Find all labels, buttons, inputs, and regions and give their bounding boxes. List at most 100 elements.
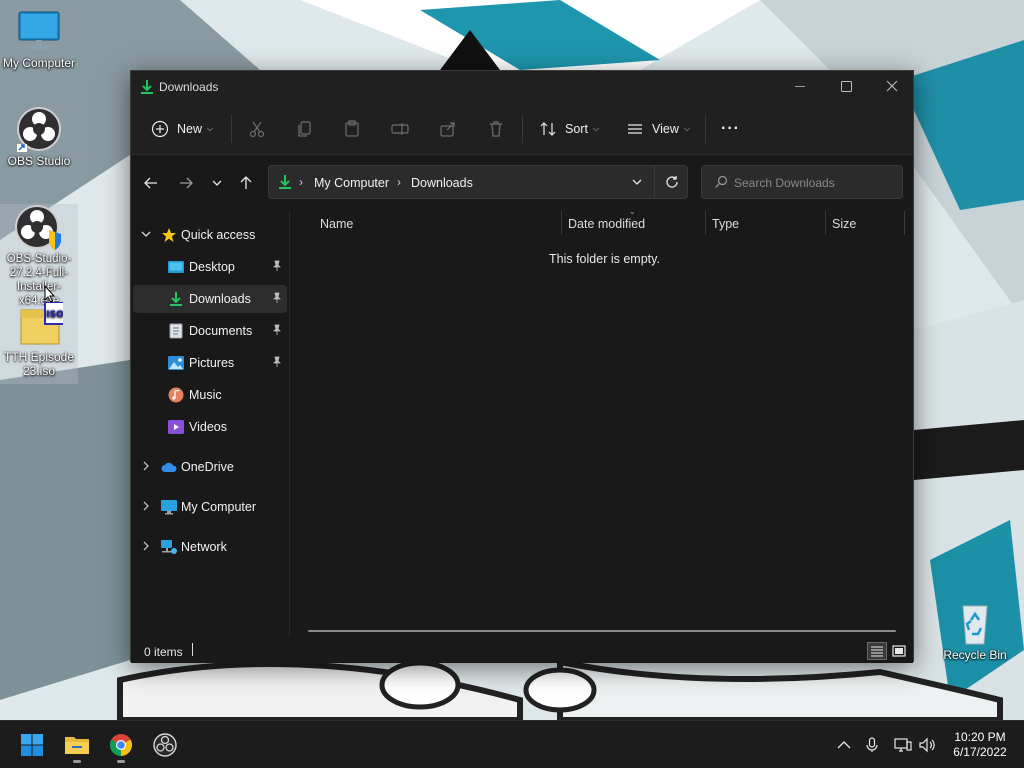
breadcrumb-my-computer[interactable]: My Computer (314, 176, 389, 190)
desktop-icon-obs-installer[interactable]: OBS-Studio-27.2.4-Full-Installer-x64.exe (0, 204, 78, 307)
chevron-right-icon[interactable] (140, 500, 152, 515)
taskbar-obs[interactable] (145, 729, 185, 761)
start-button[interactable] (12, 729, 52, 761)
file-explorer-window[interactable]: Downloads New ⌵ Sort ⌵ View ⌵ ··· › My C… (130, 70, 914, 663)
nav-item-network[interactable]: Network (133, 533, 287, 561)
clock-time: 10:20 PM (954, 730, 1006, 744)
pin-icon[interactable] (271, 324, 283, 339)
nav-item-onedrive[interactable]: OneDrive (133, 453, 287, 481)
column-divider[interactable] (825, 211, 826, 235)
address-history-button[interactable] (631, 176, 643, 191)
back-button[interactable] (140, 172, 162, 194)
taskbar-chrome[interactable] (101, 729, 141, 763)
file-explorer-icon (65, 737, 89, 754)
chevron-right-icon[interactable] (140, 460, 152, 475)
desktop-icon-recycle-bin[interactable]: Recycle Bin (936, 600, 1014, 662)
cloud-icon (161, 459, 177, 475)
address-bar[interactable]: › My Computer › Downloads (268, 165, 688, 199)
chevron-down-icon (212, 180, 222, 186)
search-input[interactable] (734, 175, 894, 191)
column-header-name[interactable]: Name (320, 217, 353, 231)
desktop-icon-label: TTH Episode 23.iso (3, 350, 75, 378)
more-options-button[interactable]: ··· (721, 115, 740, 143)
desktop-icon-my-computer[interactable]: My Computer (0, 8, 78, 70)
details-view-button[interactable] (867, 642, 887, 660)
copy-button[interactable] (296, 115, 314, 143)
nav-item-music[interactable]: Music (133, 381, 287, 409)
breadcrumb-downloads[interactable]: Downloads (411, 176, 473, 190)
desktop-icon-iso-file[interactable]: ISO TTH Episode 23.iso (0, 301, 78, 384)
nav-item-downloads[interactable]: Downloads (133, 285, 287, 313)
chevron-right-icon[interactable] (140, 540, 152, 555)
network-icon (894, 738, 912, 752)
taskbar-file-explorer[interactable] (57, 729, 97, 763)
command-bar: New ⌵ Sort ⌵ View ⌵ ··· (131, 103, 913, 155)
nav-item-my-computer[interactable]: My Computer (133, 493, 287, 521)
pin-icon[interactable] (271, 356, 283, 371)
volume-tray[interactable] (918, 735, 938, 755)
nav-item-pictures[interactable]: Pictures (133, 349, 287, 377)
nav-item-videos[interactable]: Videos (133, 413, 287, 441)
title-bar[interactable]: Downloads (131, 71, 913, 103)
sort-button[interactable]: Sort ⌵ (539, 115, 599, 143)
rename-button[interactable] (391, 115, 409, 143)
sort-indicator-icon: ⌄ (629, 207, 636, 216)
minimize-button[interactable] (777, 71, 823, 101)
show-hidden-icons-button[interactable] (834, 735, 854, 755)
column-divider[interactable] (561, 211, 562, 235)
horizontal-scrollbar[interactable] (308, 630, 896, 632)
cut-button[interactable] (248, 115, 266, 143)
recent-locations-button[interactable] (206, 172, 228, 194)
column-header-date-modified[interactable]: Date modified (568, 217, 645, 231)
search-box[interactable] (701, 165, 903, 199)
nav-item-quick-access[interactable]: Quick access (133, 221, 287, 249)
network-tray[interactable] (893, 735, 913, 755)
clock[interactable]: 10:20 PM 6/17/2022 (944, 730, 1016, 760)
desktop-icon-label: OBS-Studio-27.2.4-Full-Installer-x64.exe (6, 253, 72, 307)
close-button[interactable] (869, 71, 915, 101)
view-list-icon (628, 124, 642, 134)
new-button[interactable]: New ⌵ (151, 115, 213, 143)
item-count: 0 items (144, 645, 183, 659)
large-icons-view-button[interactable] (889, 642, 909, 660)
microphone-tray[interactable] (862, 735, 882, 755)
downloads-icon (168, 291, 184, 307)
desktop-icon-label: My Computer (2, 56, 76, 70)
tiles-view-icon (892, 645, 906, 657)
plus-circle-icon (151, 120, 169, 138)
view-button[interactable]: View ⌵ (626, 115, 690, 143)
maximize-button[interactable] (823, 71, 869, 101)
monitor-icon (161, 499, 177, 515)
details-view-icon (871, 646, 883, 657)
iso-file-icon: ISO (15, 301, 66, 348)
delete-button[interactable] (487, 115, 505, 143)
pane-splitter[interactable] (289, 211, 290, 636)
chevron-up-icon (837, 741, 851, 749)
paste-icon (345, 120, 359, 137)
copy-icon (298, 121, 311, 137)
paste-button[interactable] (343, 115, 361, 143)
speaker-icon (919, 737, 935, 753)
column-divider[interactable] (705, 211, 706, 235)
desktop-icon-label: OBS Studio (7, 154, 71, 168)
nav-item-documents[interactable]: Documents (133, 317, 287, 345)
refresh-button[interactable] (654, 166, 688, 198)
pin-icon[interactable] (271, 292, 283, 307)
column-divider[interactable] (904, 211, 905, 235)
column-header-size[interactable]: Size (832, 217, 856, 231)
toolbar-divider (705, 115, 706, 143)
share-button[interactable] (439, 115, 457, 143)
nav-item-desktop[interactable]: Desktop (133, 253, 287, 281)
up-button[interactable] (235, 172, 257, 194)
desktop-icon-obs-studio[interactable]: OBS Studio (0, 106, 78, 168)
pin-icon[interactable] (271, 260, 283, 275)
recycle-bin-icon (951, 600, 999, 646)
column-header-type[interactable]: Type (712, 217, 739, 231)
arrow-right-icon (180, 177, 193, 189)
microphone-icon (866, 737, 878, 752)
forward-button[interactable] (175, 172, 197, 194)
documents-icon (168, 323, 184, 339)
chevron-down-icon[interactable] (140, 228, 152, 243)
desktop-icon-label: Recycle Bin (943, 648, 1007, 662)
status-divider (192, 643, 193, 656)
